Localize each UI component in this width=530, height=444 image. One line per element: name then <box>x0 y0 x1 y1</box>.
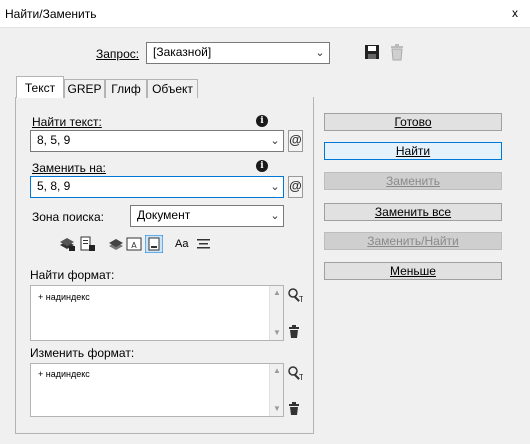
footnotes-icon[interactable] <box>145 235 163 253</box>
fewer-options-button-label: Меньше <box>390 264 436 278</box>
replace-button-label: Заменить <box>386 174 440 188</box>
done-button-label: Готово <box>394 115 432 129</box>
case-sensitive-button[interactable]: Aa <box>175 238 188 250</box>
change-format-label: Изменить формат: <box>30 346 135 360</box>
tab-text[interactable]: Текст <box>16 76 64 98</box>
chevron-down-icon[interactable]: ⌄ <box>313 46 327 59</box>
scroll-down-icon[interactable]: ▼ <box>270 402 284 416</box>
delete-query-icon[interactable] <box>390 43 404 61</box>
change-format-scrollbar[interactable]: ▲ ▼ <box>269 364 283 416</box>
replace-find-button-label: Заменить/Найти <box>367 234 459 248</box>
replace-find-button[interactable]: Заменить/Найти <box>324 232 502 250</box>
done-button[interactable]: Готово <box>324 113 502 131</box>
find-format-label: Найти формат: <box>30 268 115 282</box>
scroll-up-icon[interactable]: ▲ <box>270 286 284 300</box>
tab-grep[interactable]: GREP <box>64 79 105 98</box>
tab-glyph[interactable]: Глиф <box>105 79 147 98</box>
replace-info-icon[interactable]: i <box>256 160 268 172</box>
find-button[interactable]: Найти <box>324 142 502 160</box>
chevron-down-icon[interactable]: ⌄ <box>268 180 282 193</box>
search-zone-select[interactable]: Документ <box>130 205 284 227</box>
fewer-options-button[interactable]: Меньше <box>324 262 502 280</box>
find-value: 8, 5, 9 <box>37 133 71 147</box>
query-label-text: Запрос: <box>96 47 140 61</box>
master-pages-icon[interactable]: A <box>126 236 142 252</box>
specify-find-format-icon[interactable]: T <box>287 287 303 303</box>
replace-all-button-label: Заменить все <box>374 205 452 219</box>
save-query-icon[interactable] <box>364 44 380 60</box>
chevron-down-icon[interactable]: ⌄ <box>268 134 282 147</box>
find-label: Найти текст: <box>32 115 102 129</box>
tab-object[interactable]: Объект <box>147 79 198 98</box>
svg-text:T: T <box>298 295 303 303</box>
find-format-scrollbar[interactable]: ▲ ▼ <box>269 286 283 340</box>
find-input[interactable]: 8, 5, 9 <box>30 130 284 152</box>
clear-find-format-icon[interactable] <box>288 325 300 339</box>
window-title: Найти/Заменить <box>5 7 97 21</box>
clear-change-format-icon[interactable] <box>288 402 300 416</box>
search-zone-value: Документ <box>137 208 191 222</box>
query-value: [Заказной] <box>153 45 212 59</box>
replace-label: Заменить на: <box>32 161 106 175</box>
chevron-down-icon[interactable]: ⌄ <box>268 209 282 222</box>
replace-value: 5, 8, 9 <box>37 179 71 193</box>
find-special-chars-button[interactable]: @ <box>288 130 303 152</box>
specify-change-format-icon[interactable]: T <box>287 365 303 381</box>
hidden-layers-icon[interactable] <box>108 236 124 252</box>
replace-all-button[interactable]: Заменить все <box>324 203 502 221</box>
close-button[interactable]: x <box>507 6 523 20</box>
locked-stories-icon[interactable] <box>80 236 96 252</box>
change-format-value: + надиндекс <box>38 369 90 379</box>
replace-special-chars-button[interactable]: @ <box>288 176 303 198</box>
query-select[interactable]: [Заказной] <box>146 42 330 64</box>
query-label: Запрос: <box>96 47 139 61</box>
replace-input[interactable]: 5, 8, 9 <box>30 176 284 198</box>
replace-button[interactable]: Заменить <box>324 172 502 190</box>
find-format-value: + надиндекс <box>38 292 90 302</box>
scroll-down-icon[interactable]: ▼ <box>270 326 284 340</box>
scroll-up-icon[interactable]: ▲ <box>270 364 284 378</box>
svg-text:T: T <box>298 373 303 381</box>
find-info-icon[interactable]: i <box>256 115 268 127</box>
search-zone-label: Зона поиска: <box>32 210 104 224</box>
whole-word-icon[interactable] <box>196 237 212 251</box>
locked-layers-icon[interactable] <box>58 236 76 252</box>
find-button-label: Найти <box>395 144 431 158</box>
svg-text:A: A <box>131 241 137 250</box>
